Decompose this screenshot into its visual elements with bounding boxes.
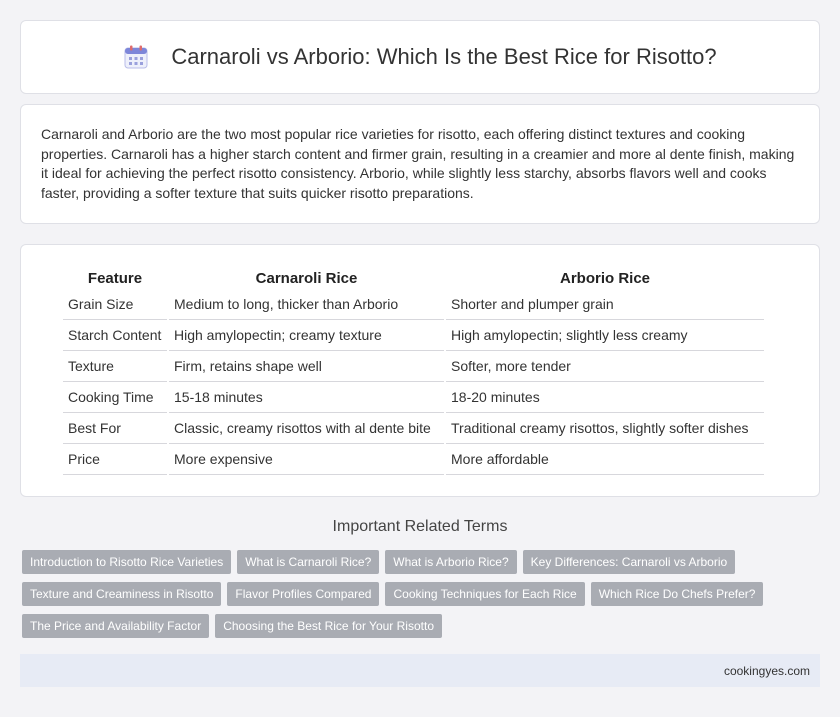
table-row: Grain Size Medium to long, thicker than … xyxy=(63,289,764,320)
page-title: Carnaroli vs Arborio: Which Is the Best … xyxy=(171,44,717,69)
intro-card: Carnaroli and Arborio are the two most p… xyxy=(20,104,820,224)
table-cell: Classic, creamy risottos with al dente b… xyxy=(169,413,444,444)
table-cell: Texture xyxy=(63,351,167,382)
header-carnaroli: Carnaroli Rice xyxy=(255,270,358,287)
related-term-tag[interactable]: Texture and Creaminess in Risotto xyxy=(22,582,222,606)
tag-row: The Price and Availability Factor Choosi… xyxy=(22,614,822,638)
table-cell: Softer, more tender xyxy=(446,351,764,382)
table-row: Best For Classic, creamy risottos with a… xyxy=(63,413,764,444)
table-cell: High amylopectin; creamy texture xyxy=(169,320,444,351)
table-header-row: Feature Carnaroli Rice Arborio Rice xyxy=(63,265,764,289)
table-cell: Grain Size xyxy=(63,289,167,320)
table-row: Texture Firm, retains shape well Softer,… xyxy=(63,351,764,382)
table-cell: Medium to long, thicker than Arborio xyxy=(169,289,444,320)
related-term-tag[interactable]: Choosing the Best Rice for Your Risotto xyxy=(215,614,442,638)
title-card: Carnaroli vs Arborio: Which Is the Best … xyxy=(20,20,820,94)
table-cell: Cooking Time xyxy=(63,382,167,413)
footer-site-link[interactable]: cookingyes.com xyxy=(724,664,810,678)
related-term-tag[interactable]: Introduction to Risotto Rice Varieties xyxy=(22,550,232,574)
related-term-tag[interactable]: Cooking Techniques for Each Rice xyxy=(385,582,585,606)
table-cell: 18-20 minutes xyxy=(446,382,764,413)
related-terms-title: Important Related Terms xyxy=(332,518,508,535)
table-row: Price More expensive More affordable xyxy=(63,444,764,475)
header-arborio: Arborio Rice xyxy=(559,270,650,287)
table-cell: 15-18 minutes xyxy=(169,382,444,413)
header-feature: Feature xyxy=(87,270,143,287)
related-terms-tags: Introduction to Risotto Rice Varieties W… xyxy=(22,550,822,646)
related-term-tag[interactable]: What is Carnaroli Rice? xyxy=(237,550,380,574)
tag-row: Texture and Creaminess in Risotto Flavor… xyxy=(22,582,822,606)
tag-row: Introduction to Risotto Rice Varieties W… xyxy=(22,550,822,574)
table-cell: Starch Content xyxy=(63,320,167,351)
calendar-icon xyxy=(123,44,149,70)
table-cell: More affordable xyxy=(446,444,764,475)
related-term-tag[interactable]: Which Rice Do Chefs Prefer? xyxy=(590,582,764,606)
table-cell: Traditional creamy risottos, slightly so… xyxy=(446,413,764,444)
related-term-tag[interactable]: The Price and Availability Factor xyxy=(22,614,210,638)
related-term-tag[interactable]: Key Differences: Carnaroli vs Arborio xyxy=(522,550,736,574)
table-cell: Price xyxy=(63,444,167,475)
footer: cookingyes.com xyxy=(20,654,820,687)
intro-text: Carnaroli and Arborio are the two most p… xyxy=(41,126,795,201)
related-term-tag[interactable]: What is Arborio Rice? xyxy=(385,550,517,574)
table-cell: High amylopectin; slightly less creamy xyxy=(446,320,764,351)
table-cell: Firm, retains shape well xyxy=(169,351,444,382)
comparison-card: Feature Carnaroli Rice Arborio Rice Grai… xyxy=(20,244,820,497)
comparison-table: Feature Carnaroli Rice Arborio Rice Grai… xyxy=(61,265,766,475)
related-term-tag[interactable]: Flavor Profiles Compared xyxy=(227,582,380,606)
table-cell: More expensive xyxy=(169,444,444,475)
table-row: Starch Content High amylopectin; creamy … xyxy=(63,320,764,351)
table-cell: Best For xyxy=(63,413,167,444)
table-row: Cooking Time 15-18 minutes 18-20 minutes xyxy=(63,382,764,413)
table-cell: Shorter and plumper grain xyxy=(446,289,764,320)
